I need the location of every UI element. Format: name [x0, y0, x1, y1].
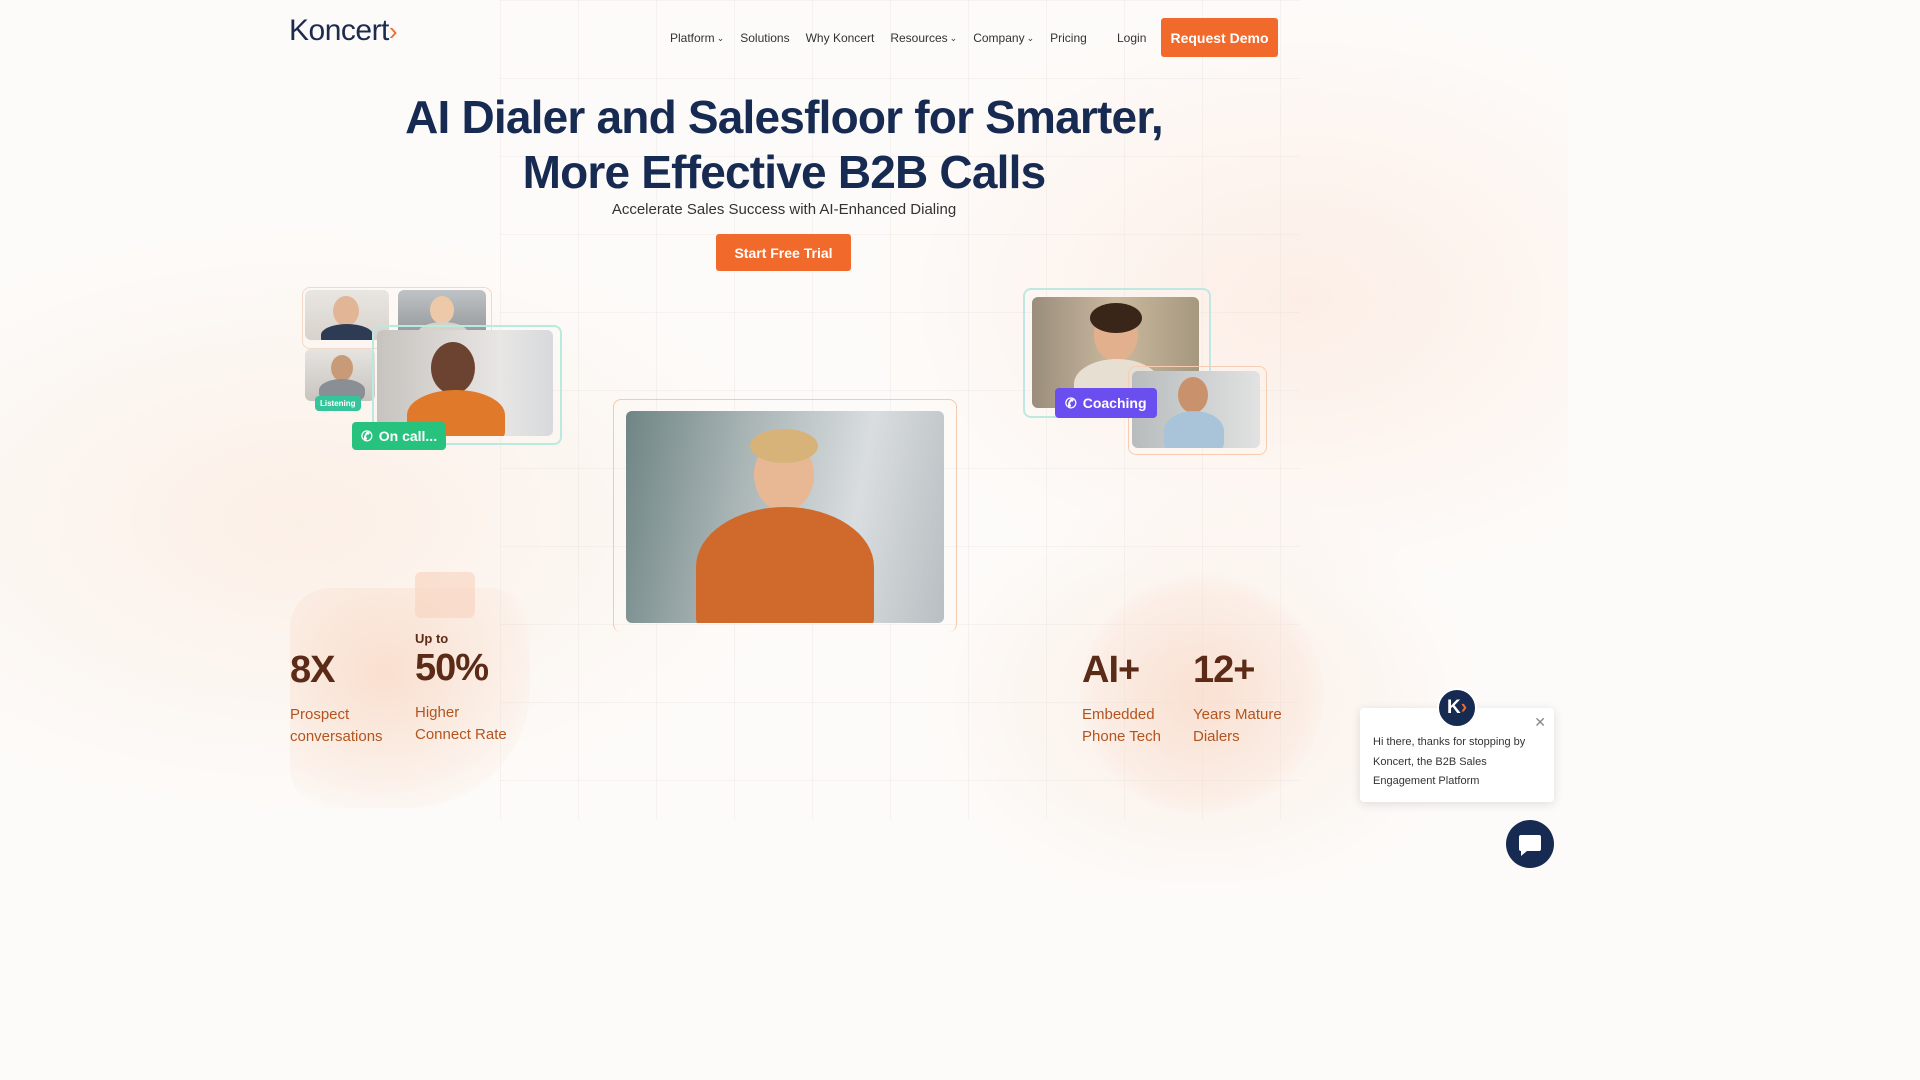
stat-label-line: Embedded: [1082, 706, 1155, 723]
nav-why-koncert[interactable]: Why Koncert: [806, 31, 875, 45]
hero-title-line1: AI Dialer and Salesfloor for Smarter,: [405, 91, 1164, 143]
stat-embedded-phone-tech: AI+ Embedded Phone Tech: [1082, 650, 1161, 748]
stat-label: Years Mature Dialers: [1193, 704, 1282, 748]
stat-value: 12+: [1193, 649, 1255, 691]
stat-value: AI+: [1082, 649, 1140, 691]
chat-decoration: [415, 572, 475, 618]
agent-photo: [377, 330, 553, 436]
main-nav: Platform ⌄ Solutions Why Koncert Resource…: [670, 31, 1087, 45]
nav-label: Pricing: [1050, 31, 1087, 45]
stat-label-line: Higher: [415, 704, 460, 721]
nav-label: Platform: [670, 31, 715, 45]
stat-label: Higher Connect Rate: [415, 702, 507, 746]
stat-label: Embedded Phone Tech: [1082, 704, 1161, 748]
stat-prospect-conversations: 8X Prospect conversations: [290, 650, 383, 748]
stat-label-line: Phone Tech: [1082, 728, 1161, 745]
chat-launcher-button[interactable]: [1506, 820, 1554, 868]
stat-label: Prospect conversations: [290, 704, 383, 748]
nav-company[interactable]: Company ⌄: [973, 31, 1034, 45]
stat-value: 50%: [415, 647, 489, 689]
stat-label-line: Years Mature: [1193, 706, 1282, 723]
nav-label: Resources: [890, 31, 948, 45]
nav-resources[interactable]: Resources ⌄: [890, 31, 957, 45]
stat-mature-dialers: 12+ Years Mature Dialers: [1193, 650, 1282, 748]
nav-platform[interactable]: Platform ⌄: [670, 31, 724, 45]
coaching-label: Coaching: [1082, 395, 1147, 411]
participant-photo: [305, 349, 375, 401]
phone-icon: ✆: [1065, 394, 1077, 411]
stat-label-line: Connect Rate: [415, 726, 507, 743]
chat-avatar: K ›: [1437, 688, 1477, 728]
login-link[interactable]: Login: [1117, 31, 1146, 45]
chevron-down-icon: ⌄: [1026, 32, 1035, 43]
nav-solutions[interactable]: Solutions: [740, 31, 789, 45]
nav-pricing[interactable]: Pricing: [1050, 31, 1087, 45]
logo-chevron: ›: [388, 16, 398, 46]
hero-title: AI Dialer and Salesfloor for Smarter, Mo…: [340, 90, 1228, 200]
chat-message: Hi there, thanks for stopping by Koncert…: [1373, 736, 1526, 787]
chat-bubble-icon: [1519, 835, 1541, 856]
stat-value: 8X: [290, 649, 335, 691]
on-call-label: On call...: [378, 428, 438, 444]
nav-label: Company: [973, 31, 1025, 45]
hero-title-line2: More Effective B2B Calls: [522, 146, 1047, 198]
stat-label-line: Dialers: [1193, 728, 1240, 745]
listening-tag: Listening: [315, 396, 361, 411]
hero-subtitle: Accelerate Sales Success with AI-Enhance…: [611, 201, 957, 218]
logo-text: Koncert: [289, 14, 389, 47]
chevron-down-icon: ⌄: [949, 32, 958, 43]
start-free-trial-button[interactable]: Start Free Trial: [716, 234, 851, 271]
stat-prefix: Up to: [415, 631, 449, 646]
stat-label-line: conversations: [290, 728, 383, 745]
stat-label-line: Prospect: [290, 706, 350, 723]
nav-label: Solutions: [740, 31, 790, 45]
main-agent-photo: [626, 411, 944, 623]
stat-connect-rate: Up to 50% Higher Connect Rate: [415, 631, 507, 746]
request-demo-button[interactable]: Request Demo: [1161, 18, 1278, 57]
listening-label: Listening: [320, 399, 356, 408]
on-call-badge: ✆ On call...: [352, 422, 447, 450]
avatar-letter: K: [1446, 697, 1461, 718]
phone-icon: ✆: [361, 427, 373, 444]
avatar-chevron: ›: [1460, 697, 1468, 718]
close-icon[interactable]: ✕: [1534, 714, 1546, 731]
coaching-badge: ✆ Coaching: [1055, 388, 1157, 418]
koncert-logo[interactable]: Koncert›: [289, 14, 398, 48]
nav-label: Why Koncert: [805, 31, 875, 45]
chevron-down-icon: ⌄: [716, 32, 725, 43]
